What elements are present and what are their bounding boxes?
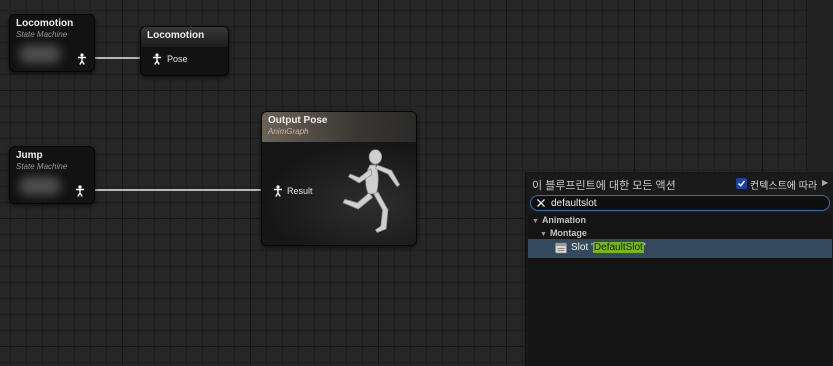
thumbnail-blur <box>20 45 60 63</box>
locomotion-pose-node[interactable]: Locomotion Pose <box>140 26 229 76</box>
expand-arrow-icon[interactable]: ▶ <box>822 178 828 187</box>
output-pose-node[interactable]: Output Pose AnimGraph Result <box>261 111 417 246</box>
action-search-box[interactable] <box>530 195 830 211</box>
node-subtitle: State Machine <box>16 162 68 171</box>
running-mannequin-icon <box>342 149 401 233</box>
jump-state-machine-node[interactable]: Jump State Machine <box>9 146 95 204</box>
pose-pin-icon[interactable] <box>76 53 88 65</box>
category-montage[interactable]: ▼ Montage <box>540 228 587 238</box>
result-label: Slot 'DefaultSlot' <box>571 242 646 253</box>
category-label: Animation <box>541 215 586 225</box>
result-slot-defaultslot[interactable]: Slot 'DefaultSlot' <box>528 239 832 258</box>
node-body <box>262 142 416 245</box>
checkmark-icon <box>737 180 746 187</box>
node-header: Locomotion <box>141 27 228 47</box>
slot-node-icon <box>555 242 567 254</box>
node-title: Locomotion <box>16 18 74 29</box>
node-title: Output Pose <box>268 115 328 126</box>
result-pin-icon[interactable] <box>272 185 284 197</box>
node-header: Jump State Machine <box>10 147 94 177</box>
category-label: Montage <box>549 228 587 238</box>
action-menu-header: 이 블루프린트에 대한 모든 액션 컨텍스트에 따라 ▶ <box>526 172 833 194</box>
pose-pin-icon[interactable] <box>151 53 163 65</box>
collapse-arrow-icon[interactable]: ▼ <box>540 231 547 238</box>
node-subtitle: State Machine <box>16 30 68 39</box>
node-title: Jump <box>16 150 43 161</box>
node-subtitle: AnimGraph <box>268 127 309 136</box>
action-results-list[interactable]: ▼ Animation ▼ Montage Slot 'DefaultSlot' <box>528 213 832 366</box>
search-match-highlight: DefaultSlot <box>592 242 644 253</box>
result-suffix: ' <box>643 242 646 253</box>
action-search-input[interactable] <box>551 197 821 210</box>
locomotion-state-machine-node[interactable]: Locomotion State Machine <box>9 14 95 72</box>
clear-search-icon[interactable] <box>536 198 546 208</box>
node-header: Locomotion State Machine <box>10 15 94 45</box>
result-prefix: Slot ' <box>571 242 593 253</box>
pose-pin-icon[interactable] <box>74 185 86 197</box>
thumbnail-blur <box>20 177 60 195</box>
action-menu-title: 이 블루프린트에 대한 모든 액션 <box>532 180 676 192</box>
context-sensitive-checkbox[interactable] <box>736 178 747 189</box>
action-menu-panel: 이 블루프린트에 대한 모든 액션 컨텍스트에 따라 ▶ ▼Animation … <box>525 172 833 366</box>
category-animation[interactable]: ▼ Animation <box>532 215 586 225</box>
collapse-arrow-icon[interactable]: ▼ <box>532 218 539 225</box>
node-header: Output Pose AnimGraph <box>262 112 416 142</box>
pin-label: Result <box>287 186 313 196</box>
node-title: Locomotion <box>147 30 205 41</box>
pin-label: Pose <box>167 54 188 64</box>
context-sensitive-label[interactable]: 컨텍스트에 따라 <box>750 177 817 192</box>
